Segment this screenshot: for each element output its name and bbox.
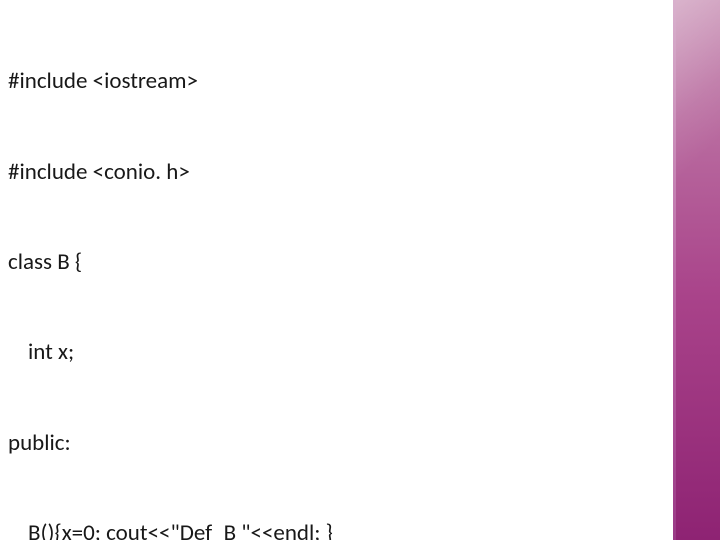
slide-root: { "code": { "lines": [ {"indent":0,"text… (0, 0, 720, 540)
code-block: #include <iostream> #include <conio. h> … (8, 6, 660, 540)
code-line: #include <iostream> (8, 66, 660, 96)
code-line: int x; (8, 337, 660, 367)
code-line: class B { (8, 247, 660, 277)
code-line: B(){x=0; cout<<"Def_B "<<endl; } (8, 518, 660, 540)
code-line: public: (8, 428, 660, 458)
side-accent-strip (676, 0, 720, 540)
code-line: #include <conio. h> (8, 157, 660, 187)
